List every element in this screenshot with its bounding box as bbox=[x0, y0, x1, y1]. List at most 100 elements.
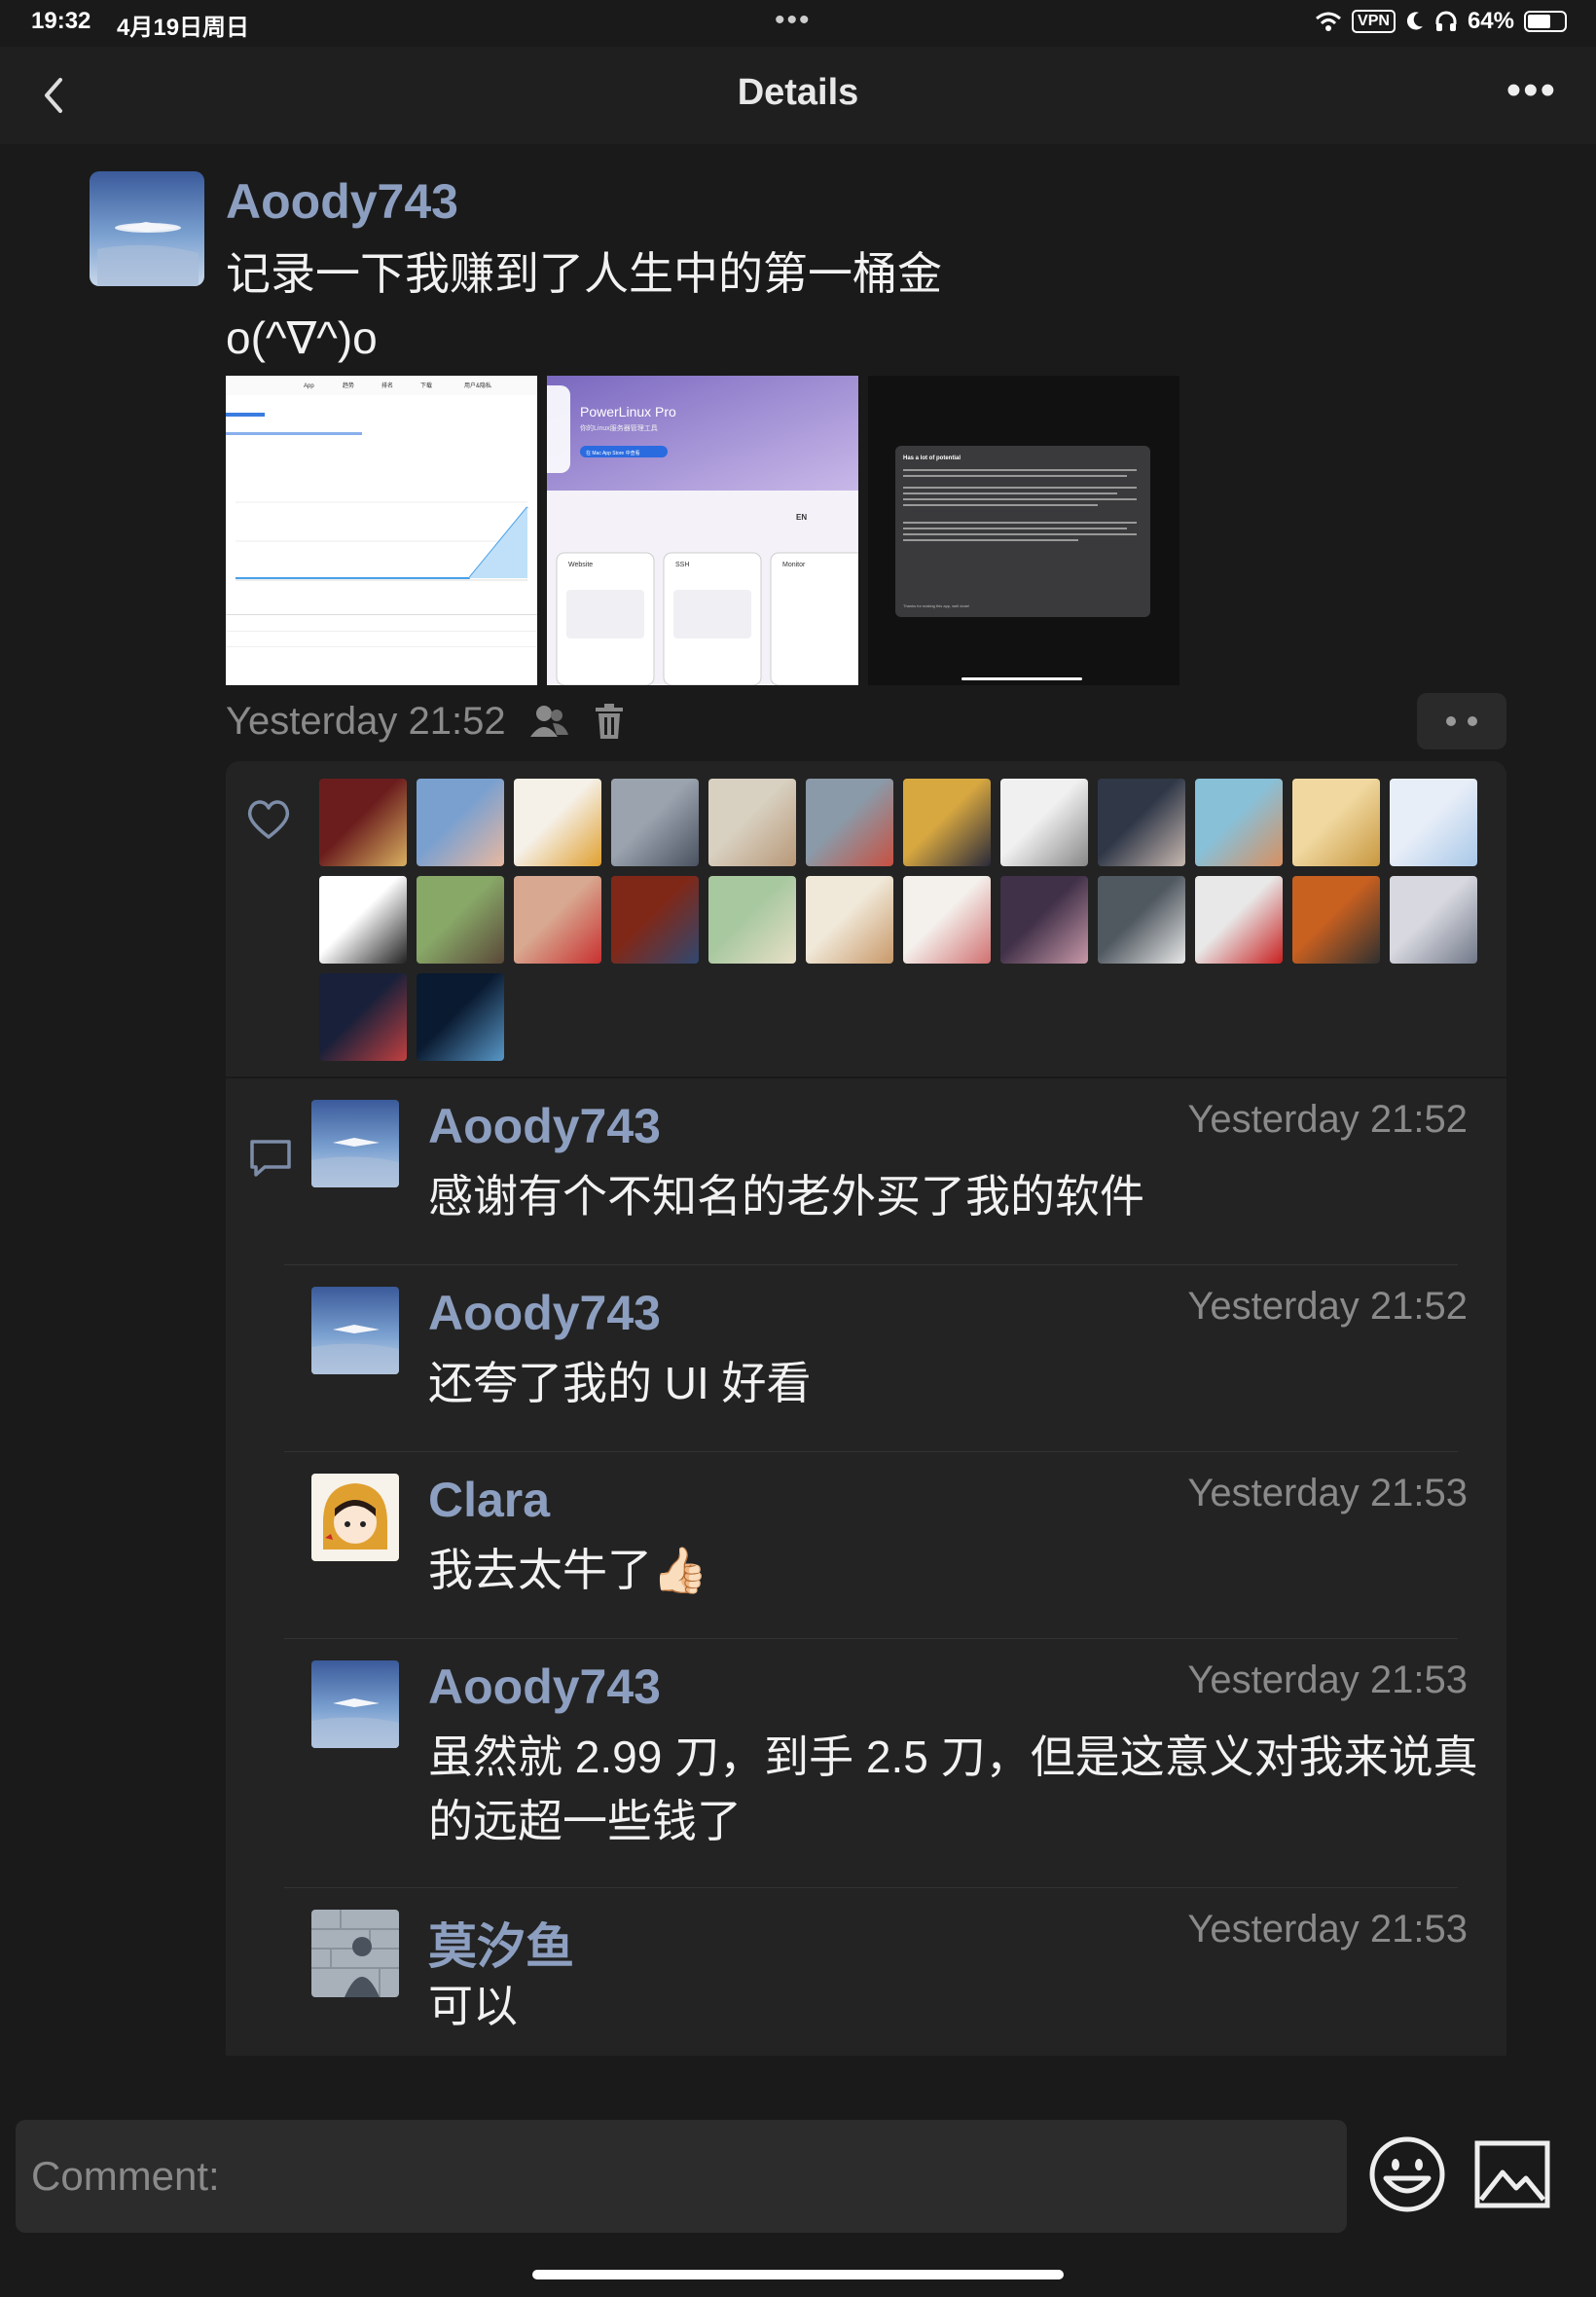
appstore-subtitle: 你的Linux服务器管理工具 bbox=[580, 423, 658, 432]
comment-avatar[interactable] bbox=[311, 1910, 399, 1997]
avatar-bunnies[interactable] bbox=[806, 876, 893, 964]
status-date: 4月19日周日 bbox=[117, 15, 250, 41]
comment-item[interactable]: 莫汐鱼 Yesterday 21:53 可以 bbox=[284, 1888, 1487, 2056]
avatar-red-horse[interactable] bbox=[1195, 876, 1283, 964]
avatar-lantern-girl[interactable] bbox=[417, 973, 504, 1061]
post-images: App 趋势 排名 下载 用户&隐私 PowerLinux Pro 你的Linu… bbox=[226, 376, 1179, 685]
tab-app: App bbox=[304, 383, 314, 389]
avatar-christmas[interactable] bbox=[319, 779, 407, 866]
avatar-shadow-wall[interactable] bbox=[611, 779, 699, 866]
comment-avatar[interactable] bbox=[311, 1660, 399, 1748]
avatar-anime-boy[interactable] bbox=[1390, 876, 1477, 964]
avatar-diver[interactable] bbox=[1195, 779, 1283, 866]
status-bar: 19:32 4月19日周日 ••• VPN 64% bbox=[0, 0, 1596, 47]
headphones-icon bbox=[1435, 11, 1457, 31]
vpn-badge: VPN bbox=[1352, 10, 1396, 33]
comment-item[interactable]: Aoody743 Yesterday 21:53 虽然就 2.99 刀，到手 2… bbox=[284, 1639, 1487, 1888]
comment-author[interactable]: 莫汐鱼 bbox=[428, 1908, 574, 1978]
tab-privacy: 用户&隐私 bbox=[464, 382, 491, 389]
comment-text: 感谢有个不知名的老外买了我的软件 bbox=[428, 1171, 1144, 1221]
more-options-icon[interactable]: ••• bbox=[1506, 66, 1557, 115]
comment-time: Yesterday 21:53 bbox=[1187, 1659, 1468, 1701]
comment-time: Yesterday 21:53 bbox=[1187, 1908, 1468, 1951]
avatar-child[interactable] bbox=[417, 779, 504, 866]
avatar-clara[interactable] bbox=[514, 779, 601, 866]
trash-icon[interactable] bbox=[592, 702, 627, 741]
comment-author[interactable]: Aoody743 bbox=[428, 1098, 661, 1154]
avatar-watercolor[interactable] bbox=[708, 876, 796, 964]
comment-text: 我去太牛了👍🏻 bbox=[428, 1545, 708, 1595]
comment-time: Yesterday 21:52 bbox=[1187, 1285, 1468, 1328]
avatar-girl-field[interactable] bbox=[417, 876, 504, 964]
battery-icon bbox=[1524, 11, 1567, 32]
status-indicators: VPN 64% bbox=[1315, 8, 1567, 35]
avatar-fireworks[interactable] bbox=[319, 973, 407, 1061]
comment-item[interactable]: Aoody743 Yesterday 21:52 感谢有个不知名的老外买了我的软… bbox=[284, 1078, 1487, 1265]
likes-panel bbox=[226, 761, 1506, 1076]
post-author-name[interactable]: Aoody743 bbox=[226, 173, 458, 230]
review-title: Has a lot of potential bbox=[903, 456, 961, 461]
appstore-lang: EN bbox=[796, 513, 807, 522]
status-time: 19:32 bbox=[31, 8, 91, 34]
avatar-selfie[interactable] bbox=[514, 876, 601, 964]
appstore-card-ssh: SSH bbox=[675, 562, 689, 568]
post-author-avatar[interactable] bbox=[90, 171, 204, 286]
appstore-card-monitor: Monitor bbox=[782, 562, 806, 568]
avatar-sportscar[interactable] bbox=[1098, 876, 1185, 964]
avatar-orange-car[interactable] bbox=[1292, 876, 1380, 964]
battery-percent: 64% bbox=[1467, 8, 1514, 34]
home-indicator[interactable] bbox=[532, 2270, 1064, 2279]
comment-avatar[interactable] bbox=[311, 1100, 399, 1187]
avatar-rabbit-sketch[interactable] bbox=[1000, 779, 1088, 866]
dot-icon bbox=[1468, 716, 1477, 726]
image-icon[interactable] bbox=[1473, 2139, 1551, 2209]
post-action-menu-button[interactable] bbox=[1417, 693, 1506, 749]
tab-trend: 趋势 bbox=[343, 382, 354, 389]
post-image-review[interactable]: Has a lot of potential Thanks for making… bbox=[868, 376, 1179, 685]
post-image-appstore[interactable]: PowerLinux Pro 你的Linux服务器管理工具 在 Mac App … bbox=[547, 376, 858, 685]
avatar-girl-scarf[interactable] bbox=[1098, 779, 1185, 866]
avatar-golden-bloom[interactable] bbox=[1292, 779, 1380, 866]
comment-author[interactable]: Clara bbox=[428, 1472, 550, 1528]
avatar-hamster[interactable] bbox=[708, 779, 796, 866]
appstore-title: PowerLinux Pro bbox=[580, 404, 676, 419]
comment-text: 虽然就 2.99 刀，到手 2.5 刀，但是这意义对我来说真的远超一些钱了 bbox=[428, 1732, 1478, 1846]
multitasking-dots-icon[interactable]: ••• bbox=[775, 4, 812, 37]
wifi-icon bbox=[1316, 12, 1342, 31]
comment-avatar[interactable] bbox=[311, 1474, 399, 1561]
emoji-icon[interactable] bbox=[1368, 2135, 1446, 2213]
comment-avatar[interactable] bbox=[311, 1287, 399, 1374]
comment-item[interactable]: Clara Yesterday 21:53 我去太牛了👍🏻 bbox=[284, 1452, 1487, 1639]
comments-panel: Aoody743 Yesterday 21:52 感谢有个不知名的老外买了我的软… bbox=[226, 1078, 1506, 2056]
appstore-button: 在 Mac App Store 中查看 bbox=[586, 450, 640, 456]
avatar-cinnamoroll[interactable] bbox=[1390, 779, 1477, 866]
comment-text: 还夸了我的 UI 好看 bbox=[428, 1358, 812, 1408]
tab-download: 下载 bbox=[420, 382, 432, 389]
avatar-couple-dog[interactable] bbox=[903, 876, 991, 964]
avatar-cat-cartoon[interactable] bbox=[903, 779, 991, 866]
dot-icon bbox=[1446, 716, 1456, 726]
comment-item[interactable]: Aoody743 Yesterday 21:52 还夸了我的 UI 好看 bbox=[284, 1265, 1487, 1452]
comment-composer bbox=[0, 2102, 1596, 2297]
appstore-card-website: Website bbox=[568, 562, 593, 568]
tab-rank: 排名 bbox=[381, 382, 393, 389]
post-image-analytics[interactable]: App 趋势 排名 下载 用户&隐私 bbox=[226, 376, 537, 685]
post-text: 记录一下我赚到了人生中的第一桶金 o(^∇^)o bbox=[226, 248, 942, 363]
avatar-rain-lights[interactable] bbox=[611, 876, 699, 964]
visibility-icon[interactable] bbox=[527, 702, 570, 741]
avatar-purple-hat[interactable] bbox=[1000, 876, 1088, 964]
post-meta: Yesterday 21:52 bbox=[226, 697, 627, 746]
liker-avatars bbox=[319, 779, 1497, 1061]
comment-input[interactable] bbox=[16, 2120, 1347, 2233]
page-title: Details bbox=[737, 72, 859, 113]
avatar-eyo-logo[interactable] bbox=[319, 876, 407, 964]
post-time: Yesterday 21:52 bbox=[226, 699, 506, 743]
comment-author[interactable]: Aoody743 bbox=[428, 1285, 661, 1341]
nav-bar: Details ••• bbox=[0, 47, 1596, 144]
comment-author[interactable]: Aoody743 bbox=[428, 1659, 661, 1715]
comment-time: Yesterday 21:53 bbox=[1187, 1472, 1468, 1514]
avatar-runner[interactable] bbox=[806, 779, 893, 866]
battery-fill bbox=[1528, 15, 1551, 28]
comment-time: Yesterday 21:52 bbox=[1187, 1098, 1468, 1141]
heart-icon[interactable] bbox=[245, 798, 292, 841]
